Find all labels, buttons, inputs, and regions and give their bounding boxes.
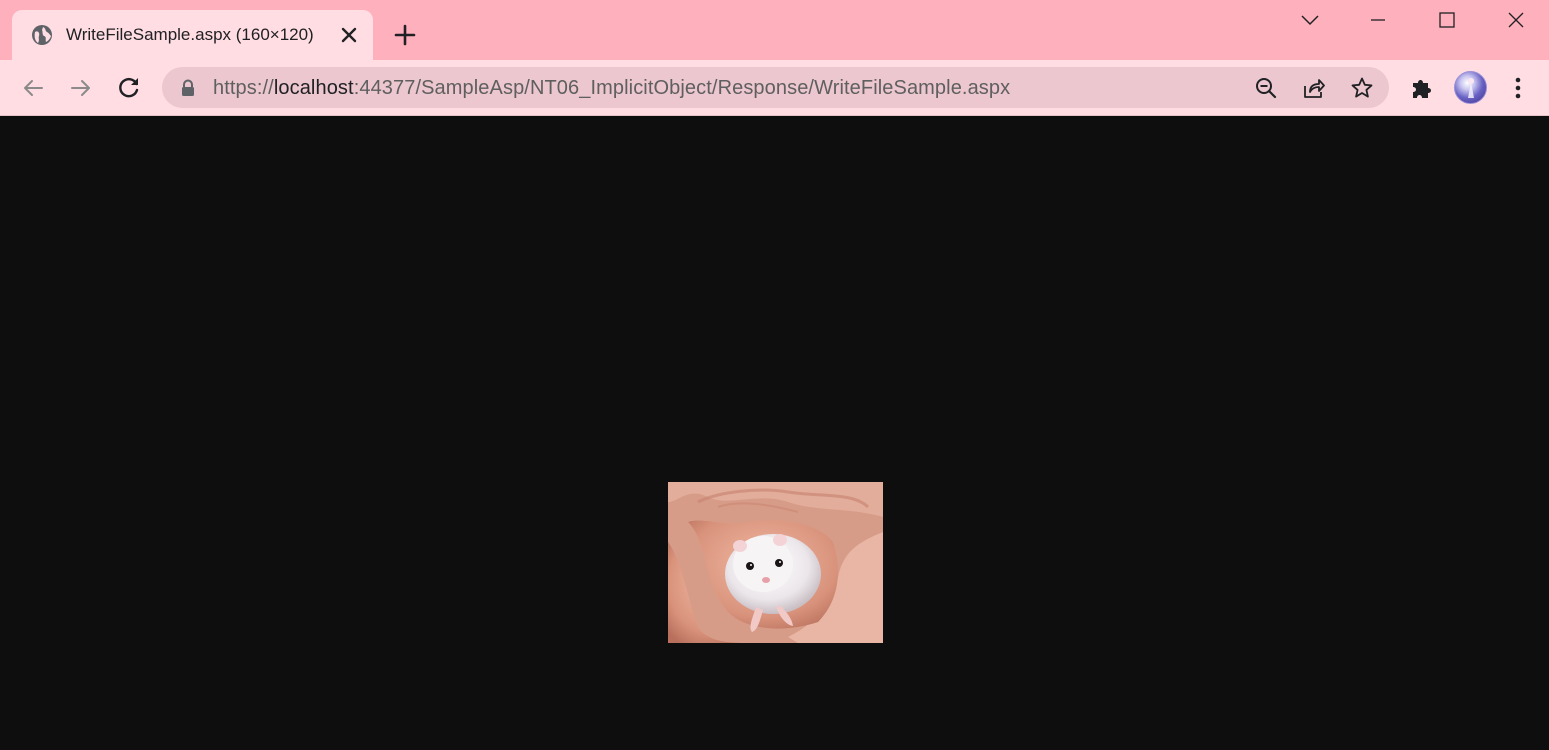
share-icon[interactable]	[1302, 76, 1326, 100]
reload-icon[interactable]	[115, 74, 143, 102]
url-path: :44377/SampleAsp/NT06_ImplicitObject/Res…	[353, 77, 1011, 99]
url-host: localhost	[273, 77, 354, 99]
close-tab-icon[interactable]	[338, 24, 360, 46]
arrow-right-icon[interactable]	[67, 74, 95, 102]
tab-title: WriteFileSample.aspx (160×120)	[66, 25, 314, 44]
tab-strip: WriteFileSample.aspx (160×120)	[0, 0, 1549, 62]
lock-icon[interactable]	[180, 79, 196, 97]
zoom-out-icon[interactable]	[1254, 76, 1278, 100]
maximize-icon[interactable]	[1435, 8, 1459, 32]
active-tab[interactable]: WriteFileSample.aspx (160×120)	[12, 10, 373, 62]
url-scheme: https://	[213, 77, 274, 99]
minimize-icon[interactable]	[1366, 8, 1390, 32]
close-window-icon[interactable]	[1504, 8, 1528, 32]
globe-icon	[32, 25, 52, 45]
page-content	[0, 116, 1549, 750]
arrow-left-icon[interactable]	[19, 74, 47, 102]
url-text[interactable]: https://localhost:44377/SampleAsp/NT06_I…	[213, 77, 1010, 100]
hamster-image	[668, 482, 883, 643]
star-icon[interactable]	[1350, 76, 1374, 100]
address-bar[interactable]: https://localhost:44377/SampleAsp/NT06_I…	[162, 67, 1389, 108]
tab-search-chevron-icon[interactable]	[1298, 8, 1322, 32]
new-tab-icon[interactable]	[392, 22, 418, 48]
avatar-figure-icon	[1468, 78, 1474, 98]
kebab-menu-icon[interactable]	[1504, 74, 1532, 102]
toolbar: https://localhost:44377/SampleAsp/NT06_I…	[0, 60, 1549, 116]
puzzle-icon[interactable]	[1408, 74, 1436, 102]
avatar[interactable]	[1454, 71, 1487, 104]
hamster-in-hands-picture	[668, 482, 883, 643]
browser-chrome: WriteFileSample.aspx (160×120) https://l…	[0, 0, 1549, 116]
